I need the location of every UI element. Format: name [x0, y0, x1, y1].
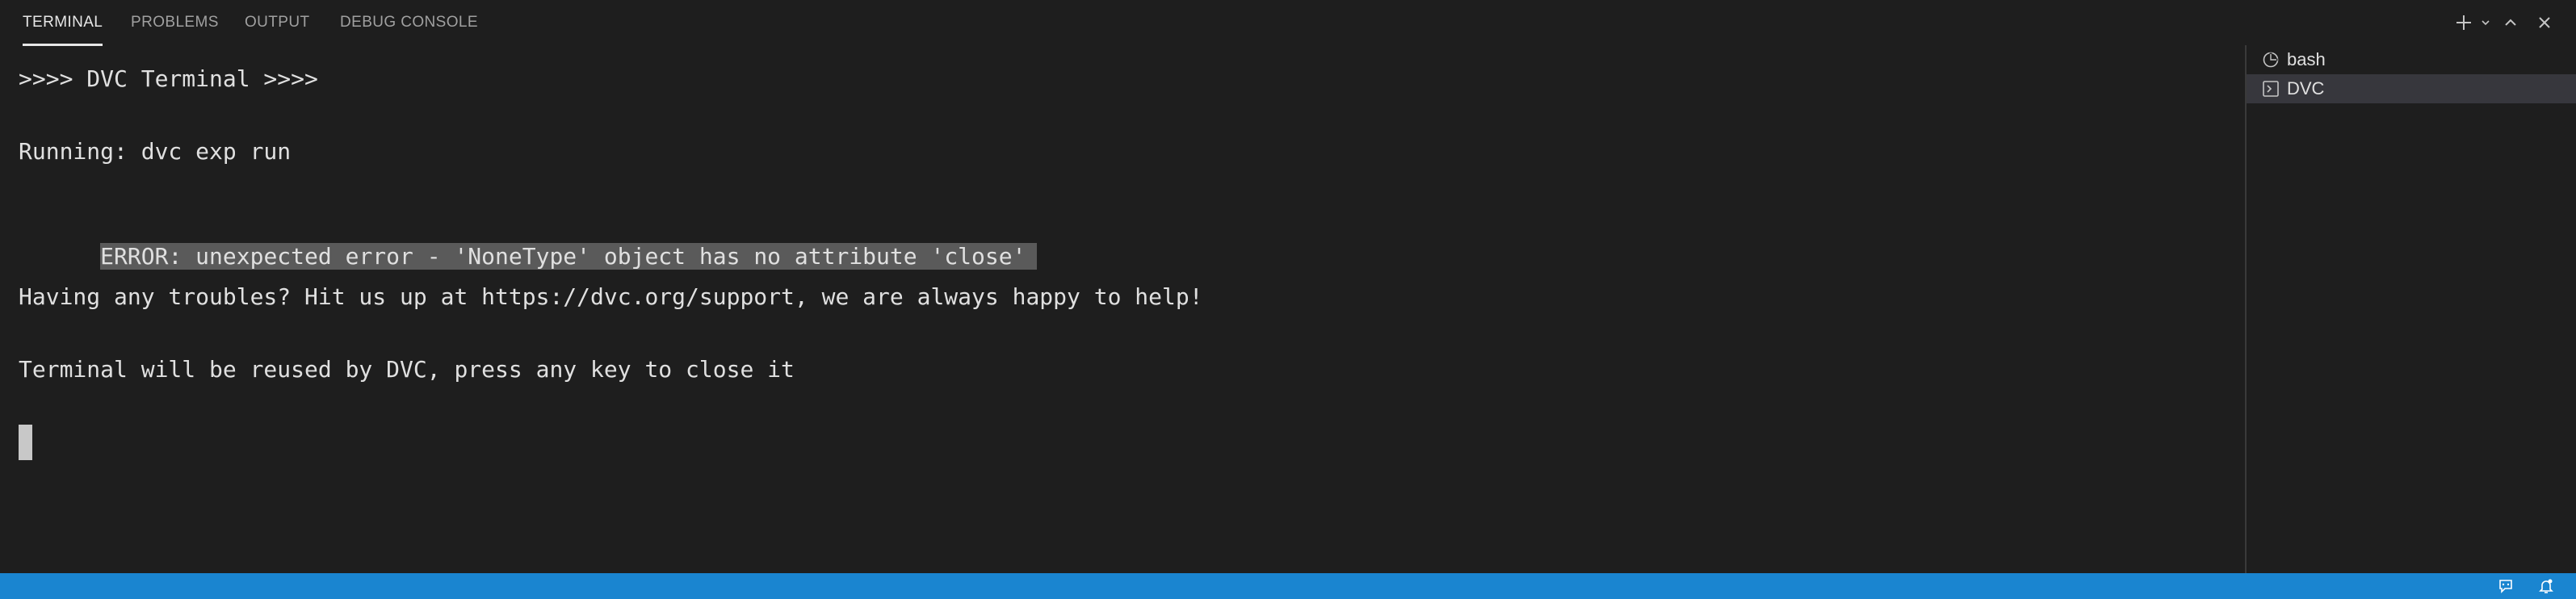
terminal-output[interactable]: >>>> DVC Terminal >>>> Running: dvc exp …: [0, 45, 2245, 573]
notifications-bell-icon: [2539, 579, 2553, 593]
status-bar: [0, 573, 2576, 599]
chevron-up-icon: [2505, 19, 2516, 26]
close-icon: [2539, 17, 2550, 28]
terminal-line: Running: dvc exp run: [19, 138, 292, 165]
terminal-line: >>>> DVC Terminal >>>>: [19, 65, 318, 92]
tab-output-label: OUTPUT: [245, 14, 310, 31]
terminal-tabs-list: bash DVC: [2247, 45, 2576, 573]
selection-highlight: ERROR: unexpected error - 'NoneType' obj…: [100, 243, 1038, 270]
terminal-tab-dvc[interactable]: DVC: [2247, 74, 2576, 103]
feedback-button[interactable]: [2495, 576, 2516, 597]
maximize-panel-button[interactable]: [2494, 10, 2528, 36]
terminal-cursor: [19, 425, 32, 460]
terminal-tab-bash[interactable]: bash: [2247, 45, 2576, 74]
tab-debug-console[interactable]: DEBUG CONSOLE: [340, 11, 478, 45]
terminal-icon: [2261, 79, 2280, 98]
close-panel-button[interactable]: [2528, 10, 2561, 36]
tab-output[interactable]: OUTPUT: [245, 11, 310, 45]
panel-actions: [2450, 10, 2561, 36]
terminal-tab-label: bash: [2287, 49, 2326, 69]
panel-tab-bar: TERMINAL PROBLEMS OUTPUT DEBUG CONSOLE: [0, 0, 2576, 46]
chevron-down-icon: [2482, 20, 2490, 26]
terminal-line: Terminal will be reused by DVC, press an…: [19, 356, 795, 383]
feedback-icon: [2499, 580, 2512, 593]
tab-terminal-label: TERMINAL: [23, 14, 103, 31]
bash-terminal-icon: [2261, 50, 2280, 69]
tab-debug-console-label: DEBUG CONSOLE: [340, 14, 478, 31]
terminal-line-error: ERROR: unexpected error - 'NoneType' obj…: [19, 208, 1038, 270]
plus-icon: [2456, 15, 2471, 30]
new-terminal-button[interactable]: [2450, 10, 2477, 36]
tab-problems-label: PROBLEMS: [131, 14, 219, 31]
terminal-tab-label: DVC: [2287, 78, 2325, 98]
notifications-button[interactable]: [2536, 576, 2557, 597]
terminal-panel: TERMINAL PROBLEMS OUTPUT DEBUG CONSOLE >…: [0, 0, 2576, 573]
tab-problems[interactable]: PROBLEMS: [131, 11, 219, 45]
launch-profile-button[interactable]: [2477, 10, 2494, 36]
tab-terminal[interactable]: TERMINAL: [23, 11, 103, 46]
terminal-line: Having any troubles? Hit us up at https:…: [19, 283, 1203, 310]
